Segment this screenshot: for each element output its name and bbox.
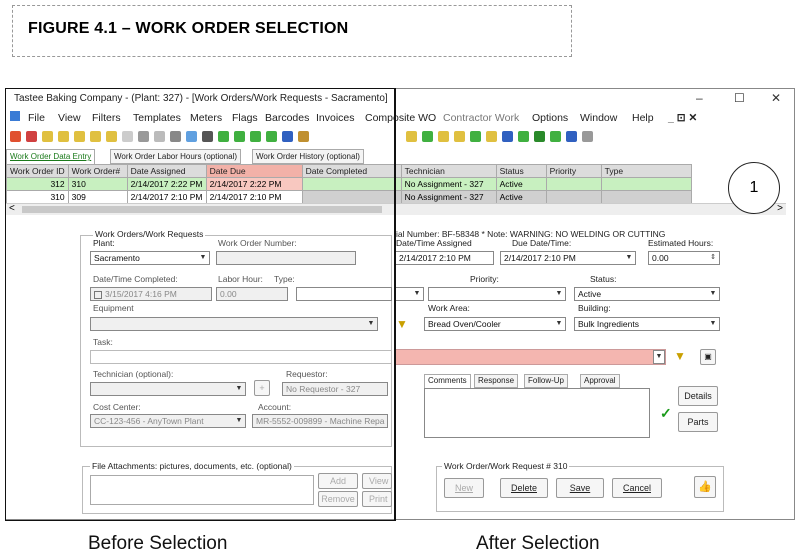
task-select[interactable]: ▼	[396, 349, 666, 365]
building-select[interactable]: Bulk Ingredients ▼	[574, 317, 720, 331]
figure-title: FIGURE 4.1 – WORK ORDER SELECTION	[28, 20, 349, 37]
toolbar-tree-icon[interactable]	[534, 131, 545, 142]
caption-after: After Selection	[476, 533, 600, 554]
task-info-icon[interactable]: ▣	[700, 349, 716, 365]
delete-button[interactable]: Delete	[500, 478, 548, 498]
date-assigned-field[interactable]: 2/14/2017 2:10 PM	[396, 251, 494, 265]
col-header[interactable]: Technician	[400, 164, 497, 178]
cell	[600, 190, 692, 204]
chevron-down-icon: ▼	[555, 290, 563, 297]
priority-label: Priority:	[470, 274, 499, 284]
details-button[interactable]: Details	[678, 386, 718, 406]
toolbar-bar-chart-icon[interactable]	[502, 131, 513, 142]
toolbar-doc-icon[interactable]	[486, 131, 497, 142]
chevron-down-icon: ▼	[625, 254, 633, 261]
mdi-controls[interactable]: _ ⊡ ✕	[668, 112, 697, 124]
tab-comments[interactable]: Comments	[424, 374, 471, 388]
selection-divider	[394, 88, 396, 521]
type-select-right[interactable]: ▼	[396, 287, 424, 301]
toolbar-bar-chart-icon[interactable]	[566, 131, 577, 142]
work-area-label: Work Area:	[428, 303, 470, 313]
cell	[545, 177, 602, 191]
maximize-icon[interactable]: ☐	[734, 91, 745, 105]
toolbar-doc-icon[interactable]	[438, 131, 449, 142]
menu-options[interactable]: Options	[532, 112, 568, 124]
comments-textarea[interactable]	[424, 388, 650, 438]
toolbar-doc-icon[interactable]	[454, 131, 465, 142]
toolbar-green-icon[interactable]	[422, 131, 433, 142]
due-field[interactable]: 2/14/2017 2:10 PM ▼	[500, 251, 636, 265]
status-label: Status:	[590, 274, 617, 284]
chevron-down-icon: ▼	[653, 350, 665, 364]
due-value: 2/14/2017 2:10 PM	[504, 253, 576, 263]
menu-contractor-work[interactable]: Contractor Work	[443, 112, 519, 124]
work-area-value: Bread Oven/Cooler	[428, 319, 501, 329]
est-hours-field[interactable]: 0.00 ⇕	[648, 251, 720, 265]
status-select[interactable]: Active ▼	[574, 287, 720, 301]
date-assigned-label: Date/Time Assigned	[396, 238, 472, 248]
cell: No Assignment - 327	[400, 190, 497, 204]
cell: Active	[495, 177, 547, 191]
parts-button[interactable]: Parts	[678, 412, 718, 432]
est-hours-value: 0.00	[652, 253, 669, 263]
tab-follow-up[interactable]: Follow-Up	[524, 374, 569, 388]
new-button[interactable]: New	[444, 478, 484, 498]
est-hours-label: Estimated Hours:	[648, 238, 714, 248]
filter-icon[interactable]: ▼	[396, 317, 410, 331]
menu-window[interactable]: Window	[580, 112, 617, 124]
col-header[interactable]: Priority	[545, 164, 602, 178]
building-value: Bulk Ingredients	[578, 319, 639, 329]
col-header[interactable]: Type	[600, 164, 692, 178]
cell: Active	[495, 190, 547, 204]
cell	[600, 177, 692, 191]
thumbs-up-icon[interactable]: 👍	[694, 476, 716, 498]
due-label: Due Date/Time:	[512, 238, 572, 248]
menu-help[interactable]: Help	[632, 112, 654, 124]
checkmark-icon: ✓	[660, 405, 672, 421]
callout-badge: 1	[728, 162, 780, 214]
toolbar-link-icon[interactable]	[582, 131, 593, 142]
cell	[545, 190, 602, 204]
wo-actions-label: Work Order/Work Request # 310	[442, 461, 570, 471]
toolbar-gear-icon[interactable]	[406, 131, 417, 142]
chevron-down-icon: ▼	[413, 290, 421, 297]
status-value: Active	[578, 289, 602, 299]
cell: No Assignment - 327	[400, 177, 497, 191]
toolbar-green-icon[interactable]	[518, 131, 529, 142]
stepper-icon[interactable]: ⇕	[707, 252, 719, 264]
toolbar-green-icon[interactable]	[470, 131, 481, 142]
close-icon[interactable]: ✕	[771, 91, 781, 105]
save-button[interactable]: Save	[556, 478, 604, 498]
priority-select[interactable]: ▼	[428, 287, 566, 301]
date-assigned-value: 2/14/2017 2:10 PM	[399, 253, 471, 263]
minimize-icon[interactable]: –	[696, 91, 703, 105]
col-header[interactable]: Status	[495, 164, 547, 178]
chevron-down-icon: ▼	[555, 320, 563, 327]
scroll-right-icon[interactable]: >	[777, 203, 783, 214]
before-selection-frame	[5, 88, 396, 521]
tab-response[interactable]: Response	[474, 374, 519, 388]
caption-before: Before Selection	[88, 533, 228, 554]
chevron-down-icon: ▼	[709, 320, 717, 327]
chevron-down-icon: ▼	[709, 290, 717, 297]
work-area-select[interactable]: Bread Oven/Cooler ▼	[424, 317, 566, 331]
toolbar-green-icon[interactable]	[550, 131, 561, 142]
tab-approval[interactable]: Approval	[580, 374, 620, 388]
task-filter-icon[interactable]: ▼	[674, 349, 686, 363]
cancel-button[interactable]: Cancel	[612, 478, 662, 498]
building-label: Building:	[578, 303, 611, 313]
comment-tab-strip: Comments Response Follow-Up Approval	[424, 373, 628, 388]
